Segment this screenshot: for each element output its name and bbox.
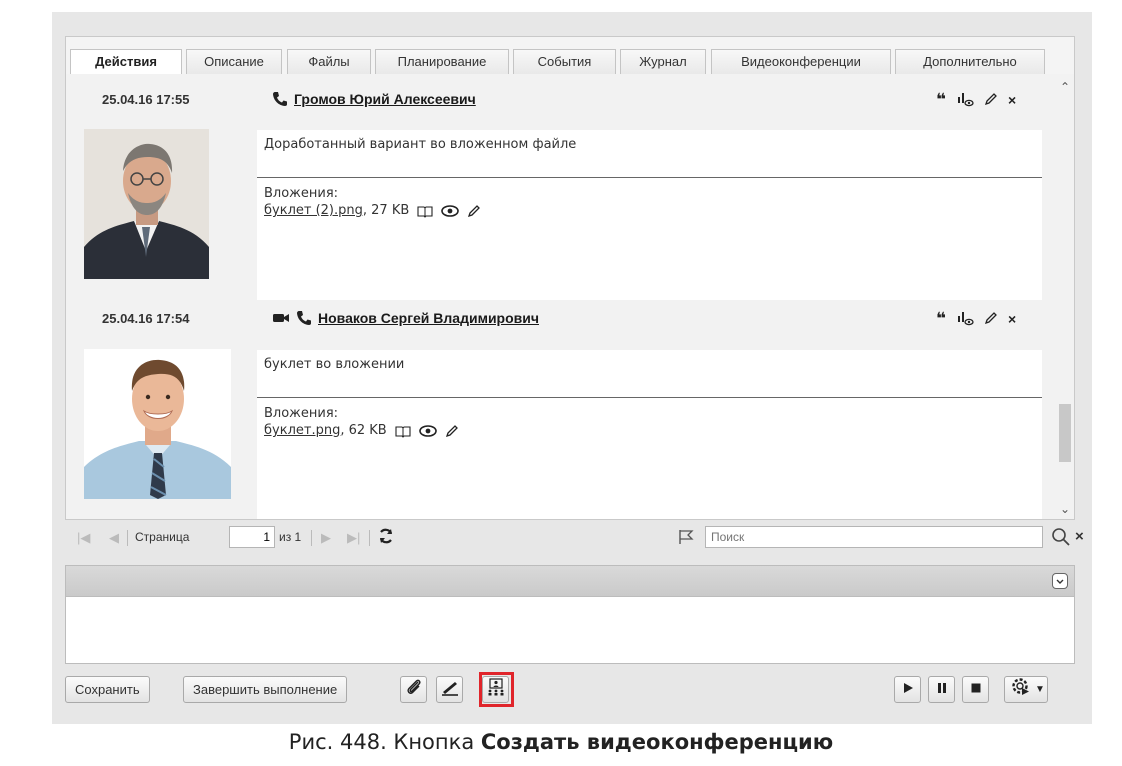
message-date: 25.04.16 17:55 [102, 92, 190, 107]
attachment-row: буклет.png , 62 KB [264, 423, 459, 438]
edit-icon[interactable] [467, 204, 481, 218]
comment-panel-header [65, 565, 1075, 597]
figure-caption: Рис. 448. Кнопка Создать видеоконференци… [0, 730, 1122, 754]
clear-search-icon[interactable]: × [1075, 528, 1084, 545]
last-page-icon[interactable]: ▶| [347, 530, 360, 546]
pause-button[interactable] [928, 676, 955, 703]
window-frame: Действия Описание Файлы Планирование Соб… [52, 12, 1092, 724]
stop-button[interactable] [962, 676, 989, 703]
attachments-label: Вложения: [264, 186, 339, 201]
divider [257, 397, 1042, 398]
read-status-icon[interactable] [956, 310, 974, 329]
message-text: Доработанный вариант во вложенном файле [264, 137, 577, 152]
phone-icon [296, 310, 312, 331]
attachments-label: Вложения: [264, 406, 339, 421]
page-label: Страница [135, 530, 190, 544]
attachment-size: , 27 KB [362, 203, 410, 218]
video-camera-icon [272, 311, 290, 330]
delete-icon[interactable]: × [1008, 92, 1016, 108]
edit-icon[interactable] [984, 311, 998, 328]
read-status-icon[interactable] [956, 91, 974, 110]
open-book-icon[interactable] [417, 204, 433, 218]
message-date: 25.04.16 17:54 [102, 311, 190, 326]
messages-area: 25.04.16 17:55 Громов Юрий Алексеевич ❝ … [65, 74, 1075, 520]
author-link[interactable]: Громов Юрий Алексеевич [294, 91, 476, 107]
pause-icon [936, 681, 948, 699]
avatar [84, 349, 231, 499]
avatar [84, 129, 209, 279]
quote-icon[interactable]: ❝ [936, 309, 946, 329]
caption-bold-text: Создать видеоконференцию [480, 730, 834, 754]
chevron-down-icon: ▼ [1035, 684, 1045, 695]
collapse-panel-icon[interactable] [1052, 573, 1068, 589]
message-body: буклет во вложении Вложения: буклет.png … [257, 350, 1042, 519]
scroll-down-icon[interactable]: ⌄ [1058, 502, 1072, 516]
author-icons [272, 310, 312, 331]
attachment-row: буклет (2).png , 27 KB [264, 203, 481, 218]
attachment-link[interactable]: буклет (2).png [264, 203, 363, 218]
stop-icon [970, 681, 982, 699]
highlight-frame [479, 672, 514, 707]
tab-videoconferences[interactable]: Видеоконференции [711, 49, 891, 75]
scrollbar[interactable]: ⌃ ⌄ [1058, 78, 1072, 518]
pager: |◀ ◀ Страница из 1 ▶ ▶| × [65, 524, 1085, 554]
message-actions: ❝ × [936, 309, 1016, 329]
tab-description[interactable]: Описание [186, 49, 282, 75]
refresh-icon[interactable] [377, 527, 395, 548]
attach-file-button[interactable] [400, 676, 427, 703]
separator [311, 530, 312, 546]
signature-icon [440, 677, 460, 702]
page-count: из 1 [279, 530, 302, 544]
separator [127, 530, 128, 546]
divider [257, 177, 1042, 178]
search-input[interactable] [705, 526, 1043, 548]
tab-planning[interactable]: Планирование [375, 49, 509, 75]
attachment-link[interactable]: буклет.png [264, 423, 340, 438]
edit-icon[interactable] [445, 424, 459, 438]
paperclip-icon [404, 677, 424, 702]
play-icon [902, 681, 914, 699]
prev-page-icon[interactable]: ◀ [109, 530, 119, 546]
caption-text: Рис. 448. Кнопка [288, 730, 481, 754]
eye-icon[interactable] [441, 204, 460, 218]
message-text: буклет во вложении [264, 357, 405, 372]
play-button[interactable] [894, 676, 921, 703]
quote-icon[interactable]: ❝ [936, 90, 946, 110]
phone-icon [272, 91, 288, 112]
signature-button[interactable] [436, 676, 463, 703]
tab-actions[interactable]: Действия [70, 49, 182, 76]
tab-journal[interactable]: Журнал [620, 49, 706, 75]
page-number-input[interactable] [229, 526, 275, 548]
process-settings-dropdown[interactable]: ▼ [1004, 676, 1048, 703]
finish-button[interactable]: Завершить выполнение [183, 676, 348, 703]
attachment-size: , 62 KB [340, 423, 387, 438]
comment-input-area[interactable] [65, 597, 1075, 664]
delete-icon[interactable]: × [1008, 311, 1016, 327]
author-link[interactable]: Новаков Сергей Владимирович [318, 310, 539, 326]
flag-icon[interactable] [677, 528, 695, 549]
tab-bar: Действия Описание Файлы Планирование Соб… [65, 36, 1075, 76]
scroll-thumb[interactable] [1059, 404, 1071, 462]
save-button[interactable]: Сохранить [65, 676, 150, 703]
tab-files[interactable]: Файлы [287, 49, 371, 75]
message-actions: ❝ × [936, 90, 1016, 110]
separator [369, 530, 370, 546]
tab-additional[interactable]: Дополнительно [895, 49, 1045, 75]
message-body: Доработанный вариант во вложенном файле … [257, 130, 1042, 300]
first-page-icon[interactable]: |◀ [77, 530, 90, 546]
next-page-icon[interactable]: ▶ [321, 530, 331, 546]
gear-play-icon [1011, 677, 1031, 702]
edit-icon[interactable] [984, 92, 998, 109]
scroll-up-icon[interactable]: ⌃ [1058, 80, 1072, 94]
open-book-icon[interactable] [395, 424, 411, 438]
search-icon[interactable] [1051, 527, 1071, 550]
author-icons [272, 91, 288, 112]
eye-icon[interactable] [418, 424, 437, 438]
tab-events[interactable]: События [513, 49, 616, 75]
